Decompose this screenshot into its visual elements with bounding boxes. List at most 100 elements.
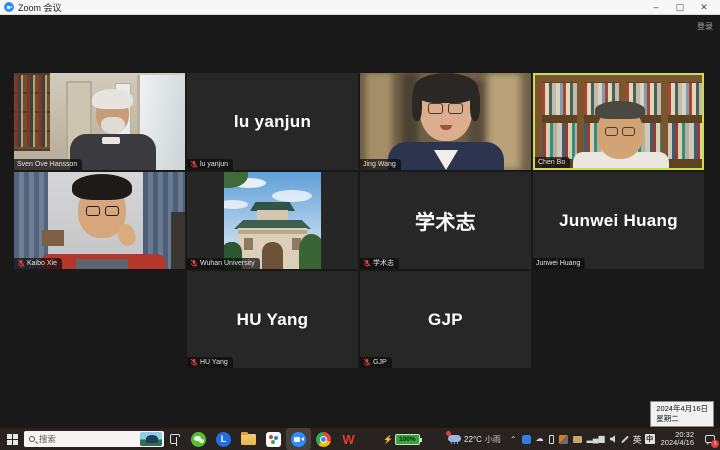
weather-rain-icon bbox=[448, 433, 461, 445]
pen-tool-icon[interactable] bbox=[621, 435, 629, 443]
taskbar-app-file-explorer[interactable] bbox=[236, 428, 261, 450]
lark-icon: L bbox=[216, 432, 231, 447]
weather-widget[interactable]: 22°C 小雨 bbox=[443, 433, 506, 445]
windows-taskbar: L W ⚡ 100% 22°C 小雨 bbox=[0, 428, 720, 450]
clock-date: 2024/4/16 bbox=[661, 439, 694, 448]
window-titlebar: Zoom 会议 – ▢ ✕ bbox=[0, 0, 720, 15]
participant-display-name: lu yanjun bbox=[187, 73, 358, 170]
furniture bbox=[42, 230, 64, 246]
building-gate bbox=[262, 242, 283, 269]
tray-folder-icon[interactable] bbox=[573, 436, 582, 443]
ime-mode-icon[interactable]: 中 bbox=[645, 434, 655, 444]
search-input[interactable] bbox=[39, 434, 123, 444]
participant-tile-lu-yanjun[interactable]: lu yanjun lu yanjun bbox=[187, 73, 358, 170]
battery-widget[interactable]: ⚡ 100% bbox=[383, 434, 420, 445]
task-view-button[interactable] bbox=[164, 428, 186, 450]
person-hair bbox=[414, 73, 478, 103]
taskbar-app-chrome[interactable] bbox=[311, 428, 336, 450]
participant-tile-jing-wang[interactable]: Jing Wang bbox=[360, 73, 531, 170]
mic-muted-icon bbox=[190, 160, 198, 169]
cloud bbox=[272, 190, 312, 202]
participant-tile-wuhan-university[interactable]: Wuhan University bbox=[187, 172, 358, 269]
bookcase-frame bbox=[535, 75, 702, 82]
hidden-icons-chevron[interactable]: ⌃ bbox=[510, 435, 517, 445]
participant-display-name: GJP bbox=[360, 271, 531, 368]
shirt-collar bbox=[102, 137, 120, 144]
login-button[interactable]: 登录 bbox=[697, 21, 713, 32]
book-spines bbox=[15, 75, 48, 147]
start-button[interactable] bbox=[0, 428, 24, 450]
tray-blue-app-icon[interactable] bbox=[522, 435, 531, 444]
participant-tile-hu-yang[interactable]: HU Yang HU Yang bbox=[187, 271, 358, 368]
molecule-app-icon bbox=[266, 432, 281, 447]
participant-tile-sven[interactable]: Sven Ove Hansson bbox=[14, 73, 185, 170]
video-feed-kaibo bbox=[14, 172, 185, 269]
taskbar-app-zoom-active[interactable] bbox=[286, 428, 311, 450]
participant-tile-kaibo-xie[interactable]: Kaibo Xie bbox=[14, 172, 185, 269]
search-icon bbox=[29, 436, 35, 442]
system-tray: ⌃ ☁ ▂▄▆ bbox=[506, 434, 630, 444]
maximize-button[interactable]: ▢ bbox=[668, 0, 692, 14]
phone-link-icon[interactable] bbox=[549, 435, 554, 444]
participant-tile-gjp[interactable]: GJP GJP bbox=[360, 271, 531, 368]
taskbar-search-box[interactable] bbox=[24, 431, 164, 447]
cloud-sync-icon[interactable]: ☁ bbox=[536, 434, 544, 444]
taskbar-app-molecule[interactable] bbox=[261, 428, 286, 450]
battery-level: 100% bbox=[395, 434, 420, 445]
minimize-button[interactable]: – bbox=[644, 0, 668, 14]
participant-name: Jing Wang bbox=[363, 159, 396, 170]
glasses bbox=[605, 127, 618, 136]
participant-tile-junwei-huang[interactable]: Junwei Huang Junwei Huang bbox=[533, 172, 704, 269]
person-hair bbox=[92, 89, 133, 109]
windows-logo-icon bbox=[7, 434, 18, 445]
participant-display-name: Junwei Huang bbox=[533, 172, 704, 269]
hand-on-chin bbox=[115, 222, 138, 248]
participant-name: Junwei Huang bbox=[536, 258, 580, 269]
video-feed-jing bbox=[360, 73, 531, 170]
participant-tile-chen-bo-active-speaker[interactable]: Chen Bo bbox=[533, 73, 704, 170]
notification-count-badge: 1 bbox=[711, 440, 719, 448]
folder-icon bbox=[241, 434, 256, 445]
mic-muted-icon bbox=[190, 358, 198, 367]
participant-name-label: 学术志 bbox=[360, 258, 399, 269]
participant-name-label: Junwei Huang bbox=[533, 258, 585, 269]
participant-name-label: Wuhan University bbox=[187, 258, 260, 269]
participant-name: GJP bbox=[373, 357, 387, 368]
clock-date-tooltip: 2024年4月16日 星期二 bbox=[650, 401, 714, 427]
taskbar-app-wps[interactable]: W bbox=[336, 428, 361, 450]
taskbar-clock[interactable]: 20:32 2024/4/16 bbox=[655, 431, 700, 448]
person-beard bbox=[101, 117, 125, 134]
curtain bbox=[14, 172, 48, 269]
person-hair bbox=[595, 101, 645, 119]
screenshot-tool-icon[interactable] bbox=[559, 435, 568, 444]
mic-muted-icon bbox=[17, 259, 25, 268]
speaker-icon[interactable] bbox=[610, 435, 619, 444]
wechat-icon bbox=[191, 432, 206, 447]
participant-name: Wuhan University bbox=[200, 258, 255, 269]
language-indicator[interactable]: 英 bbox=[630, 433, 645, 446]
participant-name-label: Jing Wang bbox=[360, 159, 401, 170]
wps-icon: W bbox=[342, 432, 354, 447]
participant-name-label: HU Yang bbox=[187, 357, 233, 368]
search-highlight-image[interactable] bbox=[140, 432, 162, 446]
glasses bbox=[105, 206, 119, 216]
participant-display-name: 学术志 bbox=[360, 172, 531, 269]
participant-name: 学术志 bbox=[373, 258, 394, 269]
participant-name-label: Sven Ove Hansson bbox=[14, 159, 82, 170]
participant-name: Sven Ove Hansson bbox=[17, 159, 77, 170]
tooltip-date: 2024年4月16日 bbox=[656, 404, 708, 414]
zoom-meeting-window: Zoom 会议 – ▢ ✕ 登录 Sven Ove Hansson lu yan… bbox=[0, 0, 720, 450]
network-signal-icon[interactable]: ▂▄▆ bbox=[587, 434, 605, 444]
taskbar-app-lark[interactable]: L bbox=[211, 428, 236, 450]
close-button[interactable]: ✕ bbox=[692, 0, 716, 14]
participant-name: Chen Bo bbox=[538, 157, 565, 168]
cloud bbox=[224, 200, 248, 209]
glasses bbox=[428, 103, 443, 114]
action-center-button[interactable]: 1 bbox=[700, 428, 720, 450]
participant-name-label: Chen Bo bbox=[535, 157, 570, 168]
window-title: Zoom 会议 bbox=[18, 1, 62, 14]
participant-tile-xueshuzhi[interactable]: 学术志 学术志 bbox=[360, 172, 531, 269]
taskbar-app-wechat[interactable] bbox=[186, 428, 211, 450]
mic-muted-icon bbox=[363, 358, 371, 367]
zoom-camera-icon bbox=[291, 432, 306, 447]
